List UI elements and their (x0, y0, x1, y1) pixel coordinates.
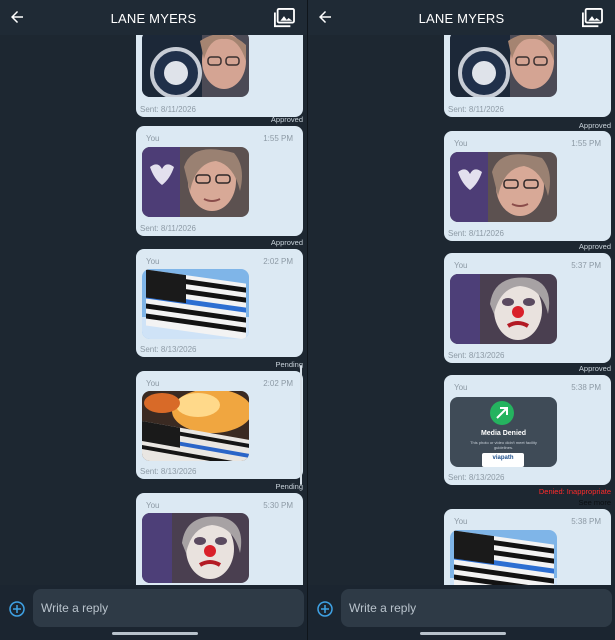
home-indicator[interactable] (112, 632, 198, 635)
message-bubble[interactable]: You 2:02 PM Sent: 8/13/2026 (136, 249, 303, 357)
sent-date: Sent: 8/11/2026 (448, 105, 504, 114)
message-time: 2:02 PM (263, 379, 293, 388)
right-chat-screen: LANE MYERS Sent: 8/11/2026 Approved You … (308, 0, 615, 640)
message-time: 5:38 PM (571, 517, 601, 526)
message-time: 5:38 PM (571, 383, 601, 392)
message-bubble[interactable]: You 1:55 PM Sent: 8/11/2026 (444, 131, 611, 241)
see-more-link[interactable]: See more (578, 498, 611, 507)
message-bubble[interactable]: Sent: 8/11/2026 (136, 35, 303, 117)
message-bubble[interactable]: You 5:30 PM (136, 493, 303, 585)
woman-reallyco-photo[interactable] (450, 35, 557, 97)
message-sender: You (454, 517, 468, 526)
contact-name: LANE MYERS (110, 11, 197, 26)
message-status: Pending (275, 360, 303, 369)
clown-makeup-photo[interactable] (142, 513, 249, 583)
burning-flag-photo[interactable] (142, 391, 249, 461)
clown-makeup-photo[interactable] (450, 274, 557, 344)
message-time: 5:37 PM (571, 261, 601, 270)
woman-selfie-photo[interactable] (450, 152, 557, 222)
gallery-icon[interactable] (581, 8, 603, 28)
sent-date: Sent: 8/13/2026 (448, 351, 505, 360)
message-sender: You (146, 134, 160, 143)
chat-header: LANE MYERS (0, 0, 307, 35)
message-time: 5:30 PM (263, 501, 293, 510)
reply-input[interactable] (341, 589, 612, 627)
message-bubble[interactable]: You 5:38 PM Media Denied This photo or v… (444, 375, 611, 485)
message-sender: You (146, 257, 160, 266)
left-chat-screen: LANE MYERS Sent: 8/11/2026 Approved You … (0, 0, 307, 640)
chat-header: LANE MYERS (308, 0, 615, 35)
reply-field[interactable] (33, 589, 304, 627)
viapath-logo: viapath (482, 453, 524, 467)
reply-input[interactable] (33, 589, 304, 627)
message-status: Approved (270, 115, 303, 124)
add-attachment-icon[interactable] (317, 601, 333, 617)
reply-field[interactable] (341, 589, 612, 627)
message-bubble[interactable]: You 2:02 PM Sent: 8/13/2026 (136, 371, 303, 479)
message-status: Pending (275, 482, 303, 491)
message-status: Approved (270, 238, 303, 247)
denied-status: Denied: Inappropriate (538, 487, 611, 496)
message-sender: You (146, 501, 160, 510)
thin-blue-line-flag-photo[interactable] (142, 269, 249, 339)
message-status: Approved (578, 242, 611, 251)
scrollbar[interactable] (300, 365, 302, 485)
sent-date: Sent: 8/11/2026 (140, 224, 196, 233)
message-bubble[interactable]: You 5:38 PM (444, 509, 611, 585)
send-icon (490, 401, 514, 425)
add-attachment-icon[interactable] (9, 601, 25, 617)
message-time: 2:02 PM (263, 257, 293, 266)
woman-reallyco-photo[interactable] (142, 35, 249, 97)
home-indicator[interactable] (420, 632, 506, 635)
sent-date: Sent: 8/13/2026 (140, 467, 197, 476)
sent-date: Sent: 8/13/2026 (448, 473, 505, 482)
message-sender: You (146, 379, 160, 388)
sent-date: Sent: 8/11/2026 (140, 105, 196, 114)
denied-title: Media Denied (480, 430, 527, 437)
message-sender: You (454, 261, 468, 270)
message-status: Approved (578, 364, 611, 373)
media-denied-card[interactable]: Media Denied This photo or video didn't … (450, 397, 557, 467)
message-time: 1:55 PM (571, 139, 601, 148)
sent-date: Sent: 8/13/2026 (140, 345, 197, 354)
message-bubble[interactable]: You 5:37 PM Sent: 8/13/2026 (444, 253, 611, 363)
woman-selfie-photo[interactable] (142, 147, 249, 217)
sent-date: Sent: 8/11/2026 (448, 229, 504, 238)
message-bubble[interactable]: Sent: 8/11/2026 (444, 35, 611, 117)
message-status: Approved (578, 121, 611, 130)
message-thread[interactable]: Sent: 8/11/2026 Approved You 1:55 PM Sen… (308, 35, 615, 585)
gallery-icon[interactable] (273, 8, 295, 28)
message-thread[interactable]: Sent: 8/11/2026 Approved You 1:55 PM Sen… (0, 35, 307, 585)
message-time: 1:55 PM (263, 134, 293, 143)
message-sender: You (454, 383, 468, 392)
message-bubble[interactable]: You 1:55 PM Sent: 8/11/2026 (136, 126, 303, 236)
message-sender: You (454, 139, 468, 148)
contact-name: LANE MYERS (418, 11, 505, 26)
thin-blue-line-flag-photo[interactable] (450, 530, 557, 585)
denied-subtitle: This photo or video didn't meet facility… (470, 440, 537, 450)
